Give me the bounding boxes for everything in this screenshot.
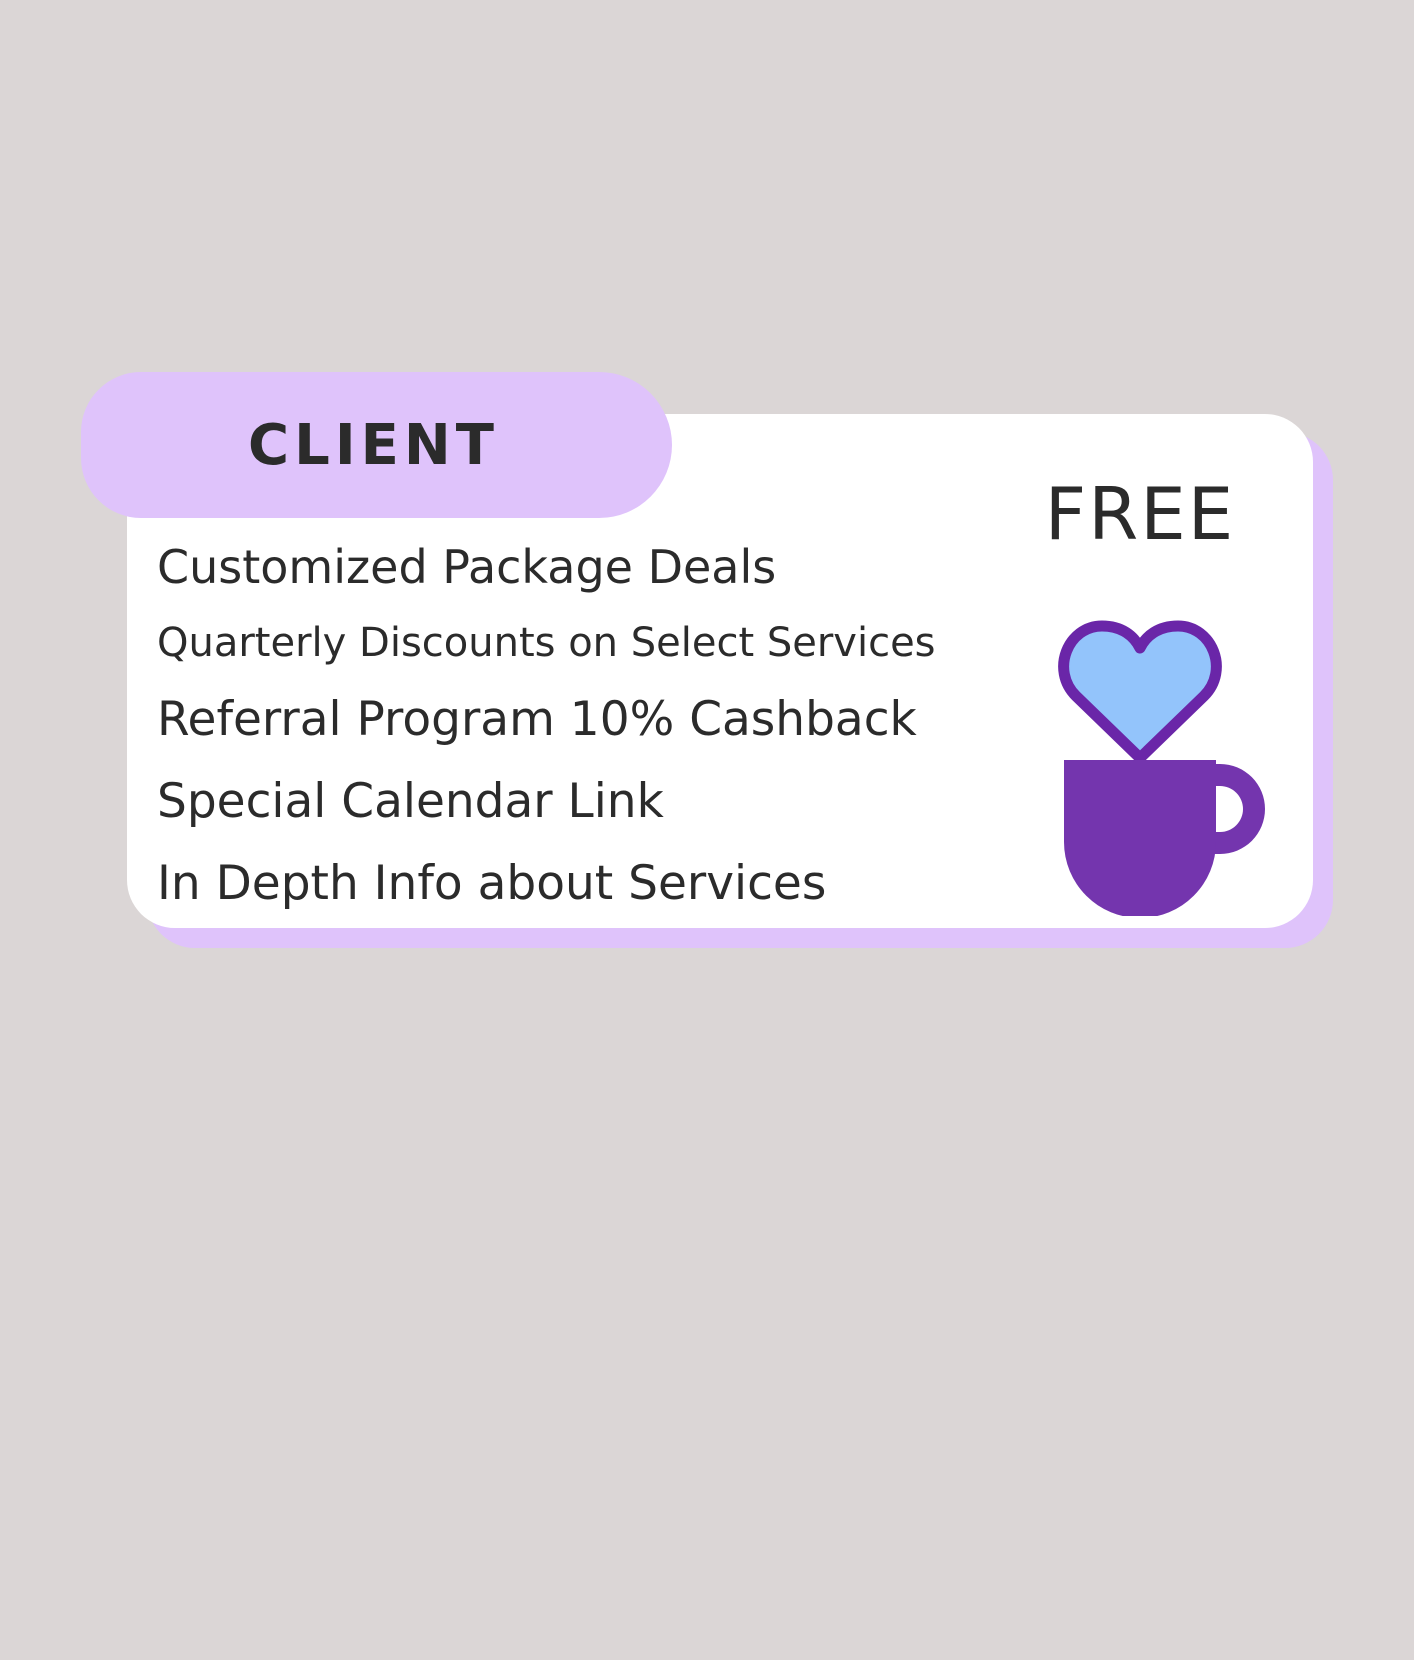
feature-item: In Depth Info about Services [157,856,827,911]
cup-icon [1064,760,1216,916]
feature-item: Special Calendar Link [157,774,664,829]
tier-name: CLIENT [248,412,499,478]
feature-item: Quarterly Discounts on Select Services [157,620,936,666]
tier-price: FREE [1044,472,1236,556]
heart-coffee-cup-icon [1058,620,1265,916]
feature-item: Customized Package Deals [157,540,777,594]
tier-tab: CLIENT [81,372,672,518]
feature-item: Referral Program 10% Cashback [157,692,917,747]
heart-icon [1058,620,1222,764]
